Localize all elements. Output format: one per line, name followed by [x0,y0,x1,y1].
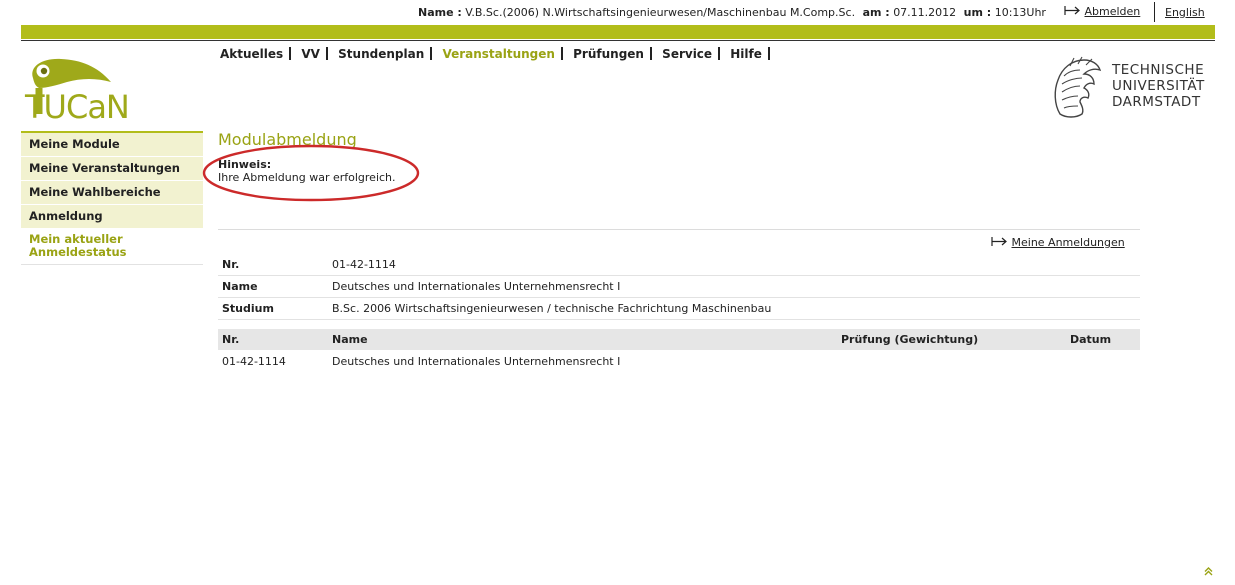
university-name: TECHNISCHE UNIVERSITÄT DARMSTADT [1112,62,1205,110]
time-label: um : [963,6,992,19]
language-label[interactable]: English [1165,6,1205,19]
content-divider [218,229,1140,230]
nav-item-service[interactable]: Service [659,47,715,61]
header-accent-bar [21,25,1215,39]
study-label: Studium [218,297,328,320]
nav-item-veranstaltungen[interactable]: Veranstaltungen [439,47,558,61]
university-line: DARMSTADT [1112,94,1201,110]
my-registrations-label[interactable]: Meine Anmeldungen [1012,236,1125,249]
study-value: B.Sc. 2006 Wirtschaftsingenieurwesen / t… [328,297,1140,320]
arrow-right-icon [991,236,1008,250]
name-value: Deutsches und Internationales Unternehme… [328,275,1140,298]
sidebar-item-anmeldung[interactable]: Anmeldung [21,205,203,229]
module-info-table: Nr. 01-42-1114 Name Deutsches und Intern… [218,254,1140,320]
nav-separator [325,47,328,60]
nav-item-aktuelles[interactable]: Aktuelles [220,47,286,61]
chevron-double-up-icon[interactable] [1204,567,1213,579]
nav-item-pruefungen[interactable]: Prüfungen [570,47,647,61]
logout-label[interactable]: Abmelden [1085,5,1141,18]
university-line: TECHNISCHE [1112,62,1205,78]
my-registrations-link[interactable]: Meine Anmeldungen [991,236,1125,250]
tucan-logo-text: TUCaN [25,88,130,126]
cell-date [1066,350,1140,372]
language-switch[interactable]: English [1165,6,1205,19]
column-header-name: Name [328,329,837,350]
main-navigation: Aktuelles VV Stundenplan Veranstaltungen… [220,47,773,61]
sidebar-item-meine-wahlbereiche[interactable]: Meine Wahlbereiche [21,181,203,205]
table-row: 01-42-1114 Deutsches und Internationales… [218,350,1140,372]
table-row: Name Deutsches und Internationales Unter… [218,275,1140,298]
nav-separator [289,47,292,60]
sidebar-item-meine-veranstaltungen[interactable]: Meine Veranstaltungen [21,157,203,181]
table-header-row: Nr. Name Prüfung (Gewichtung) Datum [218,329,1140,350]
highlight-ellipse [200,143,424,208]
user-info-line: Name : V.B.Sc.(2006) N.Wirtschaftsingeni… [418,6,1050,19]
table-row: Nr. 01-42-1114 [218,254,1140,276]
name-label: Name [218,275,328,298]
cell-exam [837,350,1066,372]
sidebar-menu: Meine Module Meine Veranstaltungen Meine… [21,131,203,265]
arrow-right-icon [1064,5,1081,19]
nav-separator [767,47,770,60]
sidebar-item-anmeldestatus[interactable]: Mein aktueller Anmeldestatus [21,229,203,265]
nav-separator [718,47,721,60]
sidebar-item-meine-module[interactable]: Meine Module [21,133,203,157]
athena-logo-icon [1048,56,1104,125]
university-line: UNIVERSITÄT [1112,78,1205,94]
module-table: Nr. Name Prüfung (Gewichtung) Datum 01-4… [218,329,1140,372]
nav-separator [649,47,652,60]
column-header-nr: Nr. [218,329,328,350]
nav-separator [430,47,433,60]
table-row: Studium B.Sc. 2006 Wirtschaftsingenieurw… [218,297,1140,320]
nr-label: Nr. [218,254,328,276]
login-time: 10:13Uhr [994,6,1046,19]
column-header-date: Datum [1066,329,1140,350]
cell-name: Deutsches und Internationales Unternehme… [332,354,621,368]
nav-separator [560,47,563,60]
column-header-exam: Prüfung (Gewichtung) [837,329,1066,350]
login-date: 07.11.2012 [893,6,957,19]
nav-item-hilfe[interactable]: Hilfe [727,47,765,61]
cell-nr: 01-42-1114 [222,354,286,368]
name-label: Name : [418,6,462,19]
user-name: V.B.Sc.(2006) N.Wirtschaftsingenieurwese… [465,6,856,19]
divider [1154,2,1155,22]
nr-value: 01-42-1114 [328,254,1140,276]
header-divider [21,40,1215,41]
date-label: am : [862,6,890,19]
nav-item-vv[interactable]: VV [298,47,323,61]
logout-link[interactable]: Abmelden [1064,5,1140,19]
nav-item-stundenplan[interactable]: Stundenplan [335,47,427,61]
